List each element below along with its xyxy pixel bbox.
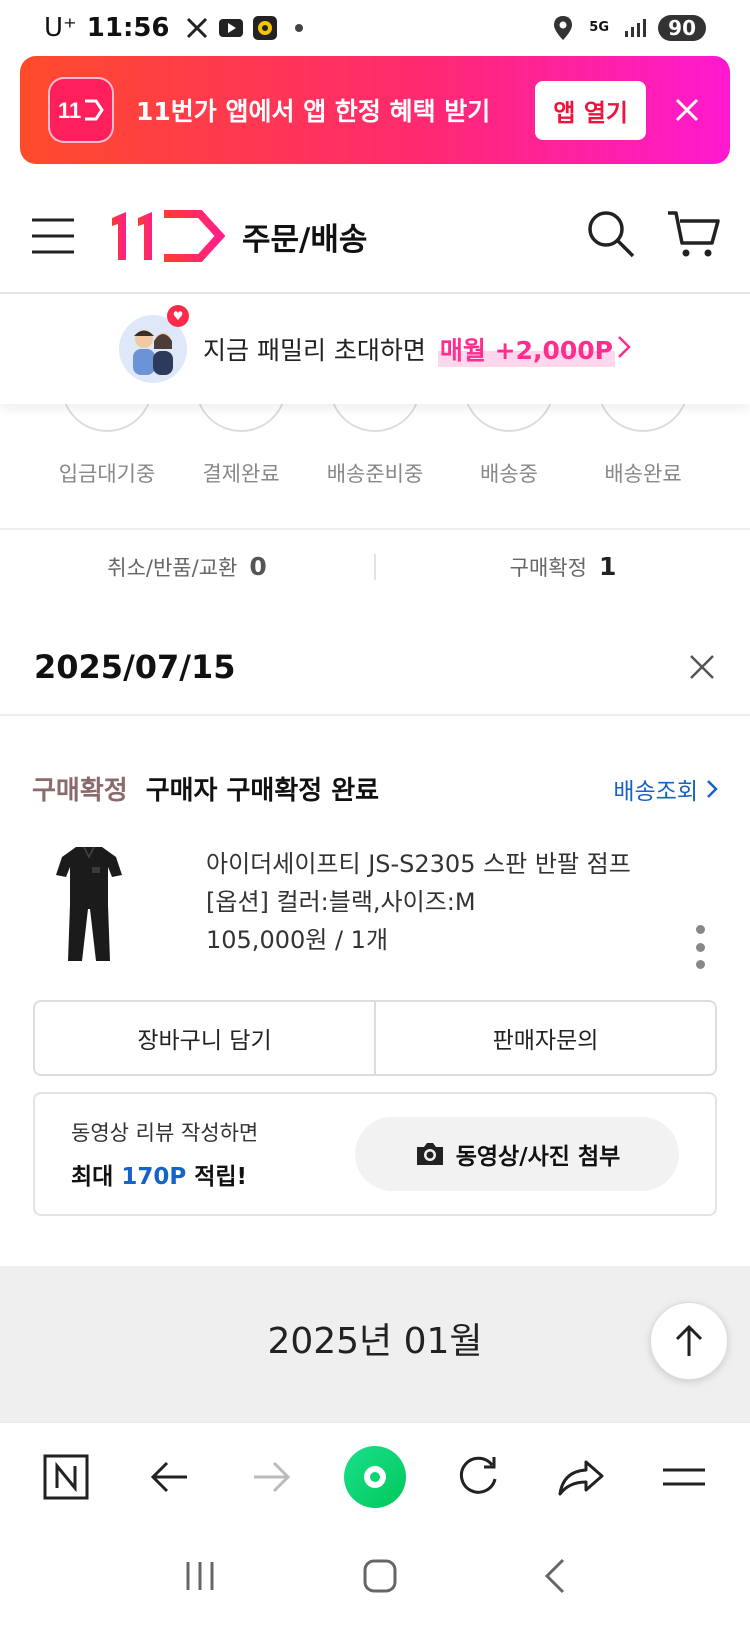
product-price: 105,000원 / 1개 — [206, 926, 389, 954]
youtube-icon — [218, 15, 244, 41]
order-status-row: 구매확정 구매자 구매확정 완료 배송조회 — [0, 770, 750, 807]
page-header: 주문/배송 — [0, 180, 750, 294]
back-arrow-icon[interactable] — [134, 1442, 204, 1512]
product-info: 아이더세이프티 JS-S2305 스판 반팔 점프 [옵션] 컬러:블랙,사이즈… — [206, 845, 631, 975]
refresh-icon[interactable] — [443, 1442, 513, 1512]
order-date-row: 2025/07/15 — [0, 620, 750, 716]
battery-indicator: 90 — [658, 15, 706, 41]
cancel-return-count[interactable]: 취소/반품/교환 0 — [0, 552, 374, 582]
product-name[interactable]: 아이더세이프티 JS-S2305 스판 반팔 점프 — [206, 845, 631, 883]
search-icon[interactable] — [586, 209, 636, 263]
open-app-button[interactable]: 앱 열기 — [535, 80, 646, 140]
home-button[interactable] — [340, 1442, 410, 1512]
step-label: 배송준비중 — [326, 462, 424, 486]
review-promo-box: 동영상 리뷰 작성하면 최대 170P 적립! 동영상/사진 첨부 — [33, 1092, 717, 1216]
close-icon[interactable] — [672, 95, 702, 125]
attach-media-label: 동영상/사진 첨부 — [455, 1144, 621, 1170]
attach-media-button[interactable]: 동영상/사진 첨부 — [355, 1117, 679, 1191]
order-status-description: 구매자 구매확정 완료 — [145, 776, 380, 806]
location-icon — [550, 15, 576, 41]
review-reward-suffix: 적립! — [186, 1164, 248, 1190]
month-section: 2025년 01월 — [0, 1266, 750, 1422]
seller-inquiry-button[interactable]: 판매자문의 — [374, 1002, 715, 1074]
forward-arrow-icon[interactable] — [237, 1442, 307, 1512]
page-title: 주문/배송 — [242, 221, 368, 258]
month-heading: 2025년 01월 — [267, 1321, 483, 1362]
status-bar: U⁺ 11:56 5G 90 — [0, 0, 750, 56]
recent-apps-icon[interactable] — [183, 1560, 217, 1596]
product-option: [옵션] 컬러:블랙,사이즈:M — [206, 888, 476, 916]
family-avatar: ♥ — [119, 305, 190, 383]
step-label: 입금대기중 — [58, 462, 156, 486]
share-icon[interactable] — [546, 1442, 616, 1512]
review-promo-text: 동영상 리뷰 작성하면 최대 170P 적립! — [71, 1117, 258, 1191]
promo-text: 11번가 앱에서 앱 한정 혜택 받기 — [136, 97, 491, 126]
order-counts: 취소/반품/교환 0 구매확정 1 — [0, 530, 750, 604]
hamburger-menu-icon[interactable] — [30, 216, 76, 256]
review-reward-prefix: 최대 — [71, 1164, 122, 1190]
purchase-confirm-value: 1 — [598, 552, 617, 581]
family-invite-text: 지금 패밀리 초대하면 — [203, 336, 426, 365]
network-label: 5G — [589, 20, 610, 35]
track-delivery-link[interactable]: 배송조회 — [613, 772, 718, 806]
close-icon[interactable] — [688, 653, 716, 681]
x-app-icon — [184, 15, 210, 41]
11st-app-logo: 11 — [48, 77, 114, 143]
purchase-confirm-label: 구매확정 — [509, 556, 587, 580]
order-status-label: 구매확정 — [32, 776, 128, 806]
system-navigation-bar — [0, 1530, 750, 1625]
cancel-return-label: 취소/반품/교환 — [107, 556, 238, 580]
promo-logo-text: 11 — [58, 98, 81, 123]
review-promo-line1: 동영상 리뷰 작성하면 — [71, 1121, 259, 1145]
naver-n-icon[interactable] — [31, 1442, 101, 1512]
more-options-icon[interactable] — [694, 925, 706, 969]
home-icon[interactable] — [362, 1558, 398, 1598]
network-5g-icon: 5G — [586, 15, 612, 41]
order-date: 2025/07/15 — [34, 648, 236, 686]
chevron-right-icon — [617, 335, 631, 363]
signal-icon — [622, 15, 648, 41]
product-image[interactable] — [34, 845, 144, 975]
menu-icon[interactable] — [649, 1442, 719, 1512]
heart-icon: ♥ — [167, 305, 190, 327]
track-delivery-label: 배송조회 — [613, 778, 698, 805]
order-product[interactable]: 아이더세이프티 JS-S2305 스판 반팔 점프 [옵션] 컬러:블랙,사이즈… — [0, 845, 750, 975]
review-reward-points: 170P — [121, 1164, 187, 1190]
green-dot-icon — [343, 1445, 406, 1508]
carrier-label: U⁺ — [44, 13, 77, 43]
add-to-cart-button[interactable]: 장바구니 담기 — [35, 1002, 374, 1074]
notification-dot-icon — [286, 15, 312, 41]
step-label: 배송중 — [480, 462, 538, 486]
browser-toolbar — [0, 1422, 750, 1530]
arrow-up-icon — [675, 1324, 703, 1356]
step-label: 배송완료 — [604, 462, 682, 486]
family-invite-banner[interactable]: ♥ 지금 패밀리 초대하면 매월 +2,000P — [0, 294, 750, 404]
11st-logo[interactable] — [108, 208, 226, 264]
cancel-return-value: 0 — [249, 552, 267, 581]
review-promo-line2: 최대 170P 적립! — [71, 1157, 258, 1191]
status-time: 11:56 — [86, 13, 170, 43]
app-promo-banner[interactable]: 11 11번가 앱에서 앱 한정 혜택 받기 앱 열기 — [20, 56, 730, 164]
camera-icon — [416, 1143, 443, 1165]
driving-app-icon — [252, 15, 278, 41]
back-icon[interactable] — [543, 1558, 567, 1598]
family-reward-text: 매월 +2,000P — [437, 331, 615, 367]
order-actions: 장바구니 담기 판매자문의 — [33, 1000, 717, 1076]
scroll-to-top-button[interactable] — [650, 1302, 728, 1380]
step-label: 결제완료 — [202, 462, 280, 486]
purchase-confirm-count[interactable]: 구매확정 1 — [376, 552, 750, 582]
cart-icon[interactable] — [666, 209, 720, 263]
chevron-right-icon — [707, 779, 718, 798]
